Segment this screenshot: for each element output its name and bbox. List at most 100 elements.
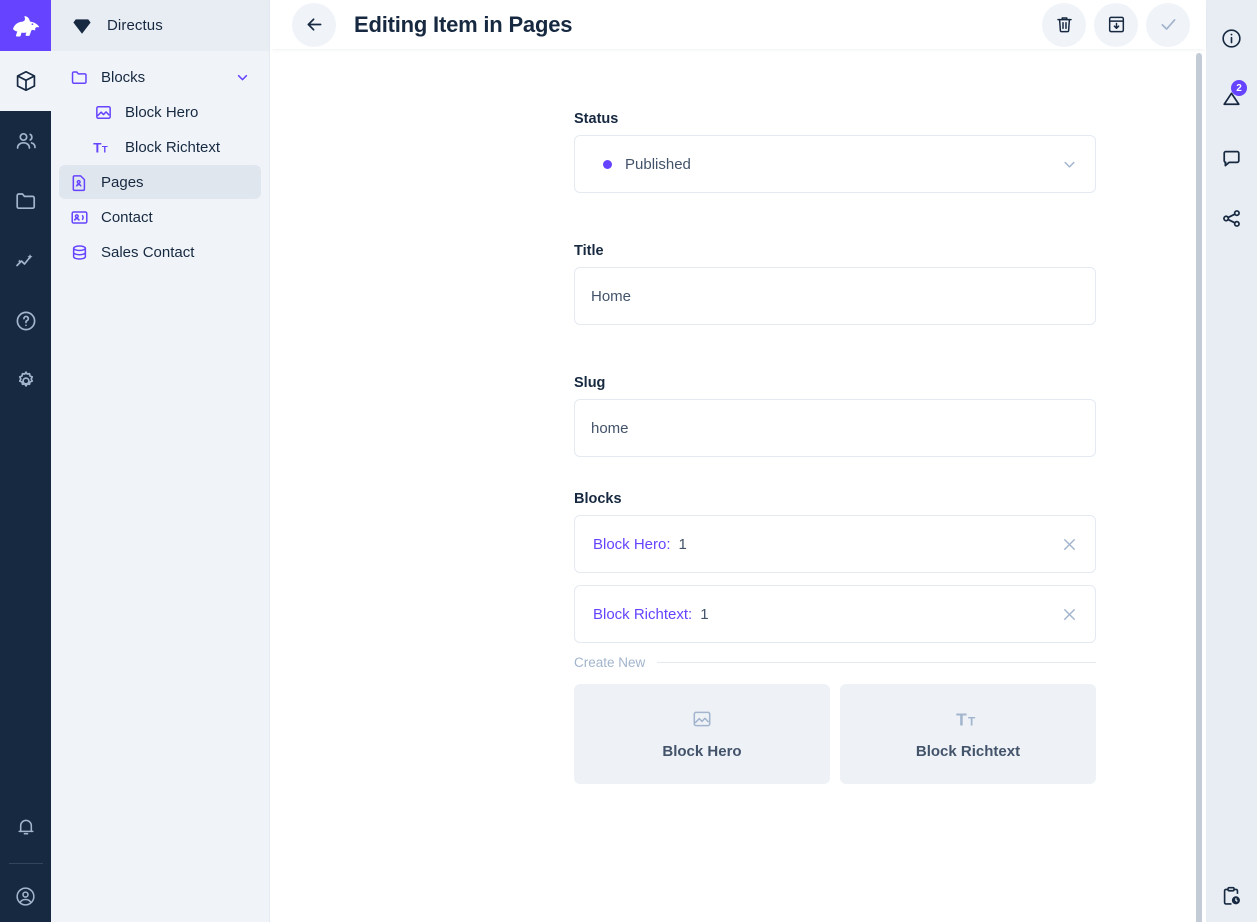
text-format-icon: T T [955, 708, 981, 730]
rail-divider [8, 863, 43, 864]
arrow-left-icon [307, 18, 321, 31]
svg-text:T: T [956, 709, 967, 729]
sidebar-info-button[interactable] [1206, 8, 1257, 68]
page-header: Editing Item in Pages [270, 0, 1206, 49]
main-column: Editing Item in Pages Status Published T… [270, 0, 1206, 922]
block-row[interactable]: Block Hero: 1 [574, 515, 1096, 573]
status-label: Status [574, 111, 619, 127]
block-row-label: Block Richtext: [593, 605, 693, 623]
database-icon [69, 242, 90, 263]
directus-rabbit-logo-icon [12, 15, 39, 36]
insights-chart-icon [15, 254, 32, 267]
directus-app: Directus Blocks Block Hero T T Block Ric… [0, 0, 1257, 922]
sidebar-item-contact[interactable]: Contact [59, 200, 261, 234]
edit-form: Status Published Title Home Slug home Bl… [270, 49, 1206, 784]
back-button[interactable] [292, 2, 336, 47]
create-card-block-richtext[interactable]: T T Block Richtext [840, 684, 1096, 784]
sidebar-revisions-button[interactable]: 2 [1206, 68, 1257, 128]
contact-card-icon [69, 207, 90, 228]
create-new-label: Create New [574, 655, 646, 670]
module-settings[interactable] [0, 351, 51, 411]
close-icon[interactable] [1060, 535, 1079, 554]
info-circle-icon [1222, 28, 1241, 48]
module-help[interactable] [0, 291, 51, 351]
block-row-label: Block Hero: [593, 535, 671, 553]
page-document-icon [69, 172, 90, 193]
project-name: Directus [107, 17, 163, 34]
content-scrollbar[interactable] [1192, 49, 1206, 922]
module-rail [0, 0, 51, 922]
activity-log-button[interactable] [1206, 870, 1257, 922]
module-file-library[interactable] [0, 171, 51, 231]
module-user-directory[interactable] [0, 111, 51, 171]
header-actions [1042, 2, 1190, 47]
trash-icon [1056, 17, 1072, 33]
status-dot [603, 159, 612, 169]
title-label: Title [574, 243, 604, 259]
chevron-down-icon[interactable] [234, 69, 251, 86]
svg-text:T: T [93, 140, 102, 155]
folder-icon [69, 67, 90, 88]
status-value: Published [625, 155, 691, 173]
comment-icon [1223, 150, 1240, 166]
scrollbar-thumb[interactable] [1196, 53, 1202, 922]
user-account-button[interactable] [0, 870, 51, 922]
delete-button[interactable] [1042, 2, 1086, 47]
sidebar-comments-button[interactable] [1206, 128, 1257, 188]
sidebar-share-button[interactable] [1206, 188, 1257, 248]
sidebar-item-sales-contact[interactable]: Sales Contact [59, 235, 261, 269]
gear-icon [18, 371, 33, 387]
clipboard-clock-icon [1223, 886, 1240, 905]
block-row-value: 1 [678, 535, 687, 553]
gem-icon [73, 18, 91, 34]
chevron-down-icon[interactable] [1060, 155, 1079, 174]
bell-icon [17, 819, 34, 835]
image-icon [691, 708, 713, 730]
chevron-down-glyph [1064, 161, 1075, 168]
account-circle-icon [16, 886, 35, 906]
archive-button[interactable] [1094, 2, 1138, 47]
text-format-icon-glyph: T T [93, 140, 108, 155]
status-select[interactable]: Published [574, 135, 1096, 193]
check-icon [1161, 19, 1175, 30]
close-icon[interactable] [1060, 605, 1079, 624]
sidebar-item-block-hero[interactable]: Block Hero [59, 95, 261, 129]
field-status: Status Published [270, 111, 1206, 193]
module-content[interactable] [0, 51, 51, 111]
right-sidebar: 2 [1206, 0, 1257, 922]
question-circle-icon [16, 311, 35, 331]
database-icon-glyph [72, 244, 87, 260]
content-scroll-area: Status Published Title Home Slug home Bl… [270, 49, 1206, 922]
block-row[interactable]: Block Richtext: 1 [574, 585, 1096, 643]
field-slug: Slug home [270, 375, 1206, 457]
directus-logo[interactable] [0, 0, 51, 51]
create-card-label: Block Richtext [915, 743, 1021, 760]
slug-input[interactable]: home [574, 399, 1096, 457]
archive-down-icon [1108, 16, 1124, 33]
title-input[interactable]: Home [574, 267, 1096, 325]
field-blocks: Blocks Block Hero: 1 Block Richtext: 1 C… [270, 491, 1206, 784]
folder-icon-glyph [71, 70, 87, 84]
svg-text:T: T [102, 144, 108, 155]
sidebar-item-blocks[interactable]: Blocks [59, 60, 261, 94]
blocks-label: Blocks [574, 491, 622, 507]
create-card-block-hero[interactable]: Block Hero [574, 684, 830, 784]
sidebar-item-pages[interactable]: Pages [59, 165, 261, 199]
text-format-icon: T T [93, 137, 114, 158]
sidebar-item-block-richtext[interactable]: T T Block Richtext [59, 130, 261, 164]
sidebar-item-label: Block Richtext [125, 138, 221, 156]
image-icon-glyph [96, 105, 111, 119]
chevron-down-glyph [237, 74, 248, 80]
slug-value: home [591, 419, 629, 437]
revisions-badge: 2 [1231, 80, 1247, 96]
divider-line [657, 662, 1096, 663]
project-header[interactable]: Directus [51, 0, 269, 51]
field-title: Title Home [270, 243, 1206, 325]
slug-label: Slug [574, 375, 606, 391]
save-button[interactable] [1146, 2, 1190, 47]
close-icon-glyph [1064, 608, 1075, 620]
module-insights[interactable] [0, 231, 51, 291]
notifications-button[interactable] [0, 797, 51, 857]
